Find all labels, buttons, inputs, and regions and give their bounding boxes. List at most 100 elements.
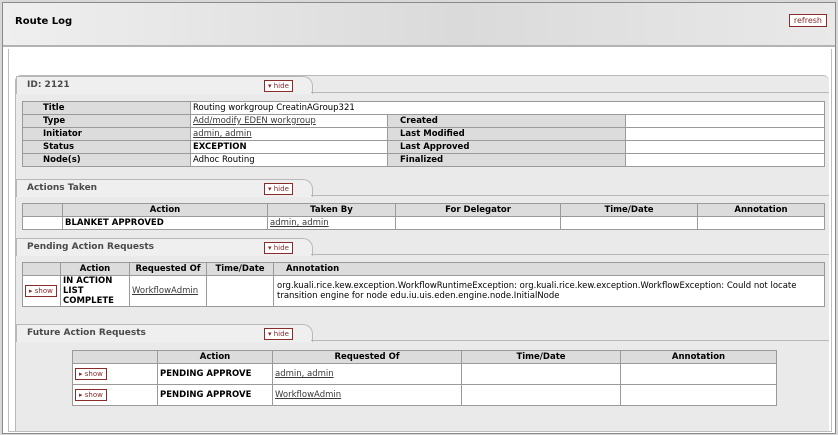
status-label: Status	[22, 140, 191, 154]
document-id-tab: ID: 2121 ▾ hide	[16, 76, 313, 94]
requested-of-cell: WorkflowAdmin	[272, 384, 462, 406]
actions-taken-header-row: Action Taken By For Delegator Time/Date …	[22, 203, 825, 217]
taken-by-link[interactable]: admin, admin	[270, 218, 329, 228]
last-modified-label: Last Modified	[387, 127, 626, 141]
nodes-value: Adhoc Routing	[190, 153, 388, 167]
table-row: ▸ show IN ACTION LIST COMPLETE WorkflowA…	[22, 275, 825, 307]
future-requests-title: Future Action Requests	[27, 328, 146, 338]
route-log-panel: ID: 2121 ▾ hide Title Routing workgroup …	[15, 75, 829, 431]
info-row-status: Status EXCEPTION Last Approved	[22, 140, 825, 154]
initiator-cell: admin, admin	[190, 127, 388, 141]
show-button[interactable]: ▸ show	[75, 368, 107, 380]
section-divider	[311, 254, 829, 255]
status-value: EXCEPTION	[190, 140, 388, 154]
for-delegator-value	[395, 216, 561, 230]
column-for-delegator: For Delegator	[395, 203, 561, 217]
document-id-header: ID: 2121 ▾ hide	[16, 76, 829, 94]
column-time-date: Time/Date	[560, 203, 698, 217]
initiator-link[interactable]: admin, admin	[193, 129, 252, 139]
show-cell: ▸ show	[22, 275, 61, 307]
requested-of-link[interactable]: WorkflowAdmin	[132, 286, 198, 296]
future-requests-section: Future Action Requests ▾ hide Action Req…	[16, 324, 829, 406]
title-label: Title	[22, 101, 191, 115]
pending-hide-button[interactable]: ▾ hide	[264, 242, 293, 254]
action-value: PENDING APPROVE	[157, 363, 273, 385]
info-row-nodes: Node(s) Adhoc Routing Finalized	[22, 153, 825, 167]
section-divider	[311, 340, 829, 341]
actions-taken-body: Action Taken By For Delegator Time/Date …	[22, 203, 825, 230]
action-value: IN ACTION LIST COMPLETE	[60, 275, 130, 307]
time-date-value	[206, 275, 274, 307]
table-row: ▸ show PENDING APPROVE admin, admin	[72, 363, 777, 385]
document-info-body: Title Routing workgroup CreatinAGroup321…	[22, 101, 825, 167]
future-header-row: Action Requested Of Time/Date Annotation	[72, 350, 777, 364]
future-requests-tab: Future Action Requests ▾ hide	[16, 324, 313, 342]
column-time-date: Time/Date	[206, 262, 274, 276]
actions-taken-title: Actions Taken	[27, 183, 98, 193]
future-requests-header: Future Action Requests ▾ hide	[16, 324, 829, 342]
table-row: ▸ show PENDING APPROVE WorkflowAdmin	[72, 384, 777, 406]
expand-column-header	[72, 350, 158, 364]
table-row: BLANKET APPROVED admin, admin	[22, 216, 825, 230]
show-cell: ▸ show	[72, 384, 158, 406]
last-modified-value	[625, 127, 825, 141]
info-row-type: Type Add/modify EDEN workgroup Created	[22, 114, 825, 128]
time-date-value	[461, 384, 621, 406]
future-requests-table: Action Requested Of Time/Date Annotation…	[72, 350, 777, 406]
page-header: Route Log refresh	[3, 3, 835, 47]
refresh-button[interactable]: refresh	[788, 14, 827, 27]
actions-taken-hide-button[interactable]: ▾ hide	[264, 183, 293, 195]
type-cell: Add/modify EDEN workgroup	[190, 114, 388, 128]
annotation-value	[620, 363, 777, 385]
time-date-value	[560, 216, 698, 230]
pending-requests-header: Pending Action Requests ▾ hide	[16, 238, 829, 256]
column-action: Action	[62, 203, 268, 217]
pending-requests-title: Pending Action Requests	[27, 242, 155, 252]
document-id-section: ID: 2121 ▾ hide Title Routing workgroup …	[16, 76, 829, 167]
pending-requests-tab: Pending Action Requests ▾ hide	[16, 238, 313, 256]
column-requested-of: Requested Of	[272, 350, 462, 364]
action-value: BLANKET APPROVED	[62, 216, 268, 230]
column-annotation: Annotation	[697, 203, 825, 217]
actions-taken-section: Actions Taken ▾ hide Action Taken By For…	[16, 179, 829, 230]
last-approved-label: Last Approved	[387, 140, 626, 154]
annotation-value	[620, 384, 777, 406]
created-value	[625, 114, 825, 128]
requested-of-link[interactable]: WorkflowAdmin	[275, 390, 341, 400]
section-divider	[311, 92, 829, 93]
actions-taken-header: Actions Taken ▾ hide	[16, 179, 829, 197]
show-cell: ▸ show	[72, 363, 158, 385]
column-time-date: Time/Date	[461, 350, 621, 364]
column-action: Action	[157, 350, 273, 364]
page-title: Route Log	[15, 16, 73, 27]
action-value: PENDING APPROVE	[157, 384, 273, 406]
pending-header-row: Action Requested Of Time/Date Annotation	[22, 262, 825, 276]
id-hide-button[interactable]: ▾ hide	[264, 80, 293, 92]
column-requested-of: Requested Of	[129, 262, 207, 276]
nodes-label: Node(s)	[22, 153, 191, 167]
annotation-value: org.kuali.rice.kew.exception.WorkflowRun…	[273, 275, 825, 307]
title-value: Routing workgroup CreatinAGroup321	[190, 101, 825, 115]
column-annotation: Annotation	[620, 350, 777, 364]
type-link[interactable]: Add/modify EDEN workgroup	[193, 116, 316, 126]
future-requests-body: Action Requested Of Time/Date Annotation…	[72, 350, 777, 406]
last-approved-value	[625, 140, 825, 154]
requested-of-cell: WorkflowAdmin	[129, 275, 207, 307]
created-label: Created	[387, 114, 626, 128]
initiator-label: Initiator	[22, 127, 191, 141]
type-label: Type	[22, 114, 191, 128]
column-action: Action	[60, 262, 130, 276]
taken-by-cell: admin, admin	[267, 216, 396, 230]
time-date-value	[461, 363, 621, 385]
requested-of-link[interactable]: admin, admin	[275, 369, 334, 379]
document-info-table: Title Routing workgroup CreatinAGroup321…	[22, 101, 825, 167]
show-button[interactable]: ▸ show	[75, 389, 107, 401]
pending-requests-section: Pending Action Requests ▾ hide Action Re…	[16, 238, 829, 307]
future-hide-button[interactable]: ▾ hide	[264, 328, 293, 340]
column-taken-by: Taken By	[267, 203, 396, 217]
section-divider	[311, 195, 829, 196]
pending-requests-table: Action Requested Of Time/Date Annotation…	[22, 262, 825, 307]
show-button[interactable]: ▸ show	[25, 285, 57, 297]
document-id-title: ID: 2121	[27, 80, 70, 90]
requested-of-cell: admin, admin	[272, 363, 462, 385]
